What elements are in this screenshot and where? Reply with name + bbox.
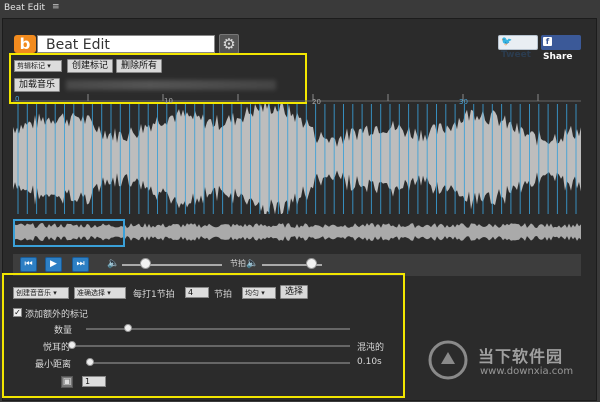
choose-button[interactable]: 选择 [280,285,309,299]
share-label: Share [543,52,573,62]
ruler-label: 0 [15,95,20,103]
pleasant-slider-track[interactable] [68,345,350,347]
min-distance-value: 0.10s [357,357,382,367]
volume-slider-knob[interactable] [139,258,151,269]
watermark-text: 当下软件园 [478,347,564,366]
time-ruler [13,94,581,102]
beat-volume-icon: 🔈 [246,258,259,269]
min-distance-slider-track[interactable] [86,362,350,364]
tweet-label: Tweet [501,50,531,60]
delete-all-button[interactable]: 删除所有 [116,59,163,73]
seed-input[interactable]: 1 [82,376,106,387]
window-title: Beat Edit [4,3,46,13]
chaotic-label: 混沌的 [357,343,385,353]
watermark-logo-icon [428,340,468,380]
app-logo: b [14,35,36,53]
load-music-button[interactable]: 加载音乐 [14,78,61,92]
every-beat-label: 每打1节拍 [133,290,175,300]
mode-select[interactable]: 剪辑标记 [14,60,62,72]
waveform[interactable] [13,104,581,214]
add-extra-label: 添加额外的标记 [25,310,89,320]
min-distance-label: 最小距离 [35,360,72,370]
beat-mode-select[interactable]: 准确选择 [74,287,126,299]
play-icon[interactable]: ▶ [45,257,62,272]
file-path-text [66,80,276,90]
app-title-field: Beat Edit [37,35,215,53]
volume-slider-track[interactable] [122,264,222,266]
skip-forward-icon[interactable]: ⏭ [72,257,89,272]
overview-selection[interactable] [13,219,125,247]
create-marker-button[interactable]: 创建标记 [67,59,114,73]
volume-icon: 🔈 [107,258,120,269]
beat-volume-label: 节拍 [230,259,246,268]
pleasant-label: 悦耳的 [43,343,71,353]
facebook-icon: f [543,37,552,46]
tweet-button[interactable]: 🐦 Tweet [498,35,538,60]
menu-icon[interactable]: ≡ [52,2,60,12]
twitter-bird-icon: 🐦 [501,37,513,47]
even-select[interactable]: 均匀 [242,287,276,299]
skip-back-icon[interactable]: ⏮ [20,257,37,272]
music-select[interactable]: 创建音音乐 [13,287,69,299]
gear-icon[interactable]: ⚙ [219,34,239,54]
share-button[interactable]: f Share [541,35,581,62]
min-distance-slider-knob[interactable] [86,358,94,366]
watermark-url: www.downxia.com [480,366,574,377]
cube-icon[interactable]: ▣ [61,376,73,388]
every-beat-input[interactable]: 4 [185,287,209,298]
count-label: 数量 [54,326,73,336]
pleasant-slider-knob[interactable] [68,341,76,349]
beat-label: 节拍 [214,290,233,300]
add-extra-checkbox[interactable]: ✓ [13,308,22,317]
